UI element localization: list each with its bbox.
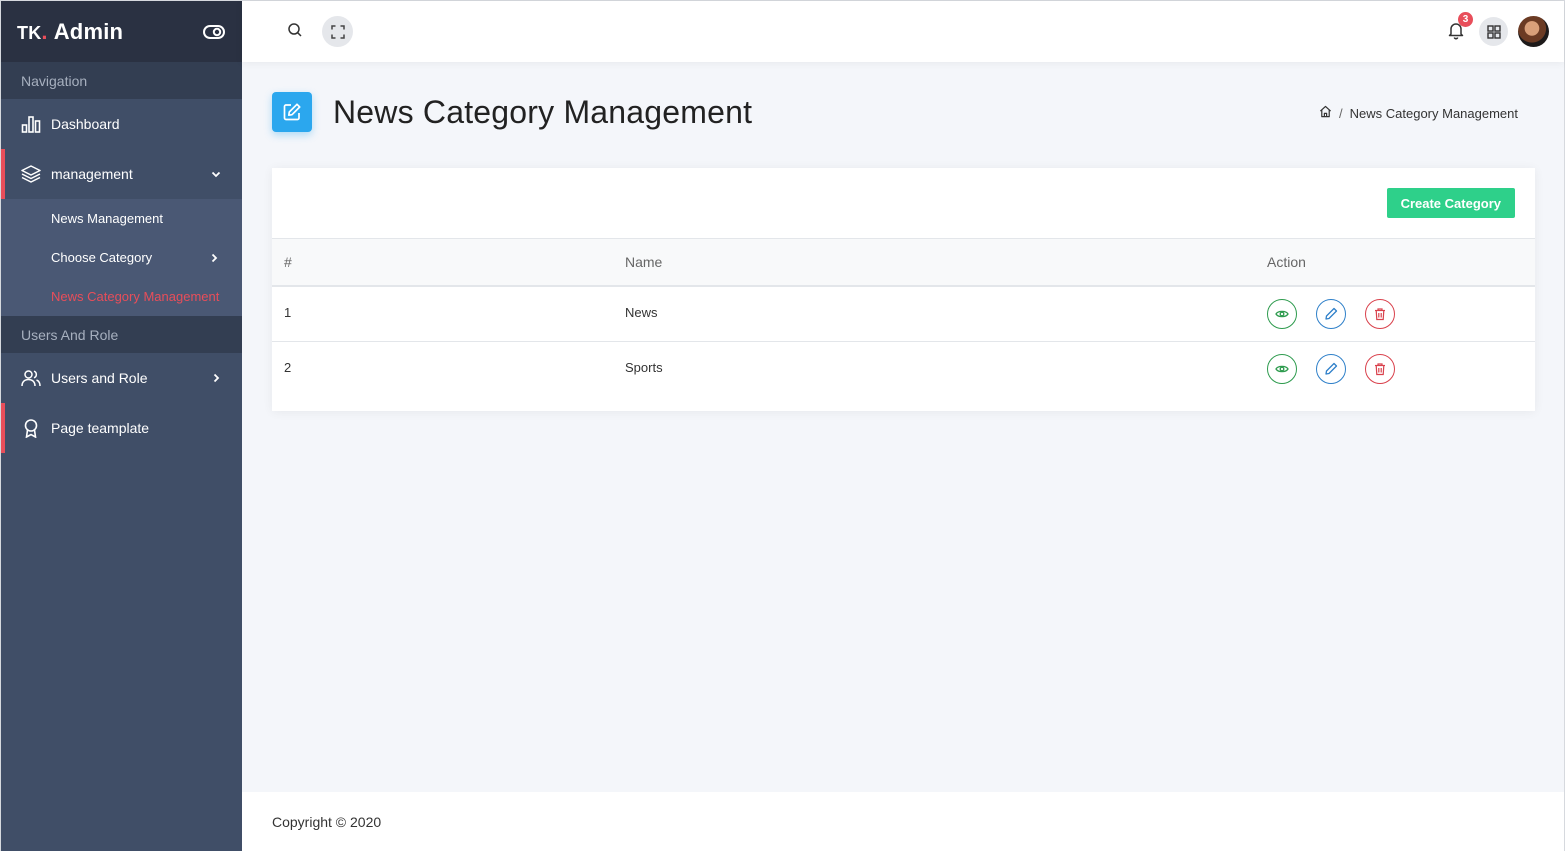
edit-square-icon [272,92,312,132]
delete-button[interactable] [1365,353,1395,384]
column-header-action: Action [1267,254,1306,270]
submenu-item-choose-category[interactable]: Choose Category [1,238,242,277]
management-submenu: News Management Choose Category News Cat… [1,199,242,316]
chevron-down-icon [210,168,222,180]
topbar: 3 [242,1,1564,62]
table-row: 2 Sports [272,341,1535,396]
bar-chart-icon [21,114,41,134]
category-table: # Name Action 1 News 2 Sports [272,239,1535,396]
apps-grid-icon[interactable] [1479,17,1508,46]
trash-icon [1375,362,1385,375]
view-button[interactable] [1267,353,1297,384]
sidebar-item-management[interactable]: management [1,149,242,199]
row-name: News [625,305,658,320]
trash-icon [1375,308,1385,321]
breadcrumb-current: News Category Management [1349,105,1518,121]
column-header-name: Name [625,254,663,270]
brand-logo[interactable]: TK. Admin [17,19,123,45]
notification-bell-icon[interactable]: 3 [1446,12,1473,40]
eye-icon [1275,310,1289,318]
row-actions [1267,341,1535,396]
award-icon [21,418,41,438]
search-icon[interactable] [286,21,304,39]
table-header-row: # Name Action [272,239,1535,286]
brand-prefix: TK [17,22,42,43]
table-row: 1 News [272,286,1535,341]
footer: Copyright © 2020 [242,792,1564,851]
card-header: Create Category [272,168,1535,239]
view-button[interactable] [1267,299,1297,329]
row-actions [1267,286,1535,341]
copyright-text: Copyright © 2020 [272,814,382,830]
layers-icon [21,164,41,184]
user-avatar[interactable] [1518,16,1549,47]
pencil-icon [1325,362,1338,375]
sidebar: TK. Admin Navigation Dashboard management… [1,1,242,851]
sidebar-toggle-icon[interactable] [202,24,226,40]
brand-dot: . [41,18,48,44]
chevron-right-icon [210,372,222,384]
sidebar-item-users-and-role[interactable]: Users and Role [1,353,242,403]
sidebar-item-label: Dashboard [51,116,120,132]
breadcrumb-separator: / [1339,105,1343,121]
sidebar-item-label: Users and Role [51,370,148,386]
submenu-item-news-category-management[interactable]: News Category Management [1,277,242,316]
row-name: Sports [625,359,663,375]
page-header: News Category Management / News Category… [272,91,1518,133]
page-title: News Category Management [333,93,753,130]
create-category-button[interactable]: Create Category [1386,188,1515,218]
row-number: 1 [284,305,292,320]
submenu-item-news-management[interactable]: News Management [1,199,242,238]
row-number: 2 [284,359,292,375]
nav-caption-navigation: Navigation [1,62,242,99]
chevron-right-icon [208,252,220,264]
edit-button[interactable] [1316,299,1346,329]
brand-bar: TK. Admin [1,1,242,62]
notification-badge: 3 [1458,12,1473,27]
column-header-number: # [284,254,292,270]
pencil-icon [1325,307,1338,320]
nav-caption-users-and-role: Users And Role [1,316,242,353]
eye-icon [1275,365,1289,372]
edit-button[interactable] [1316,353,1346,384]
fullscreen-icon[interactable] [322,16,353,47]
sidebar-item-label: Page teamplate [51,420,150,436]
sidebar-item-dashboard[interactable]: Dashboard [1,99,242,149]
home-icon[interactable] [1319,105,1332,121]
category-card: Create Category # Name Action 1 News 2 S… [272,168,1535,411]
breadcrumb: / News Category Management [1319,105,1518,121]
delete-button[interactable] [1365,299,1395,329]
submenu-item-label: Choose Category [51,250,153,265]
brand-name: Admin [53,18,124,44]
sidebar-item-page-template[interactable]: Page teamplate [1,403,242,453]
users-icon [21,368,41,388]
sidebar-item-label: management [51,166,133,182]
